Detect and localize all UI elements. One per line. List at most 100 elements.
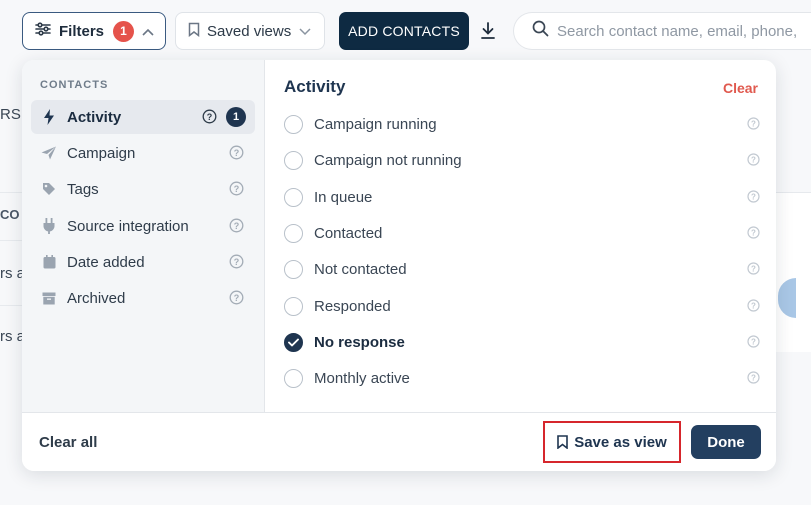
save-as-view-label: Save as view xyxy=(574,433,667,451)
svg-text:?: ? xyxy=(751,193,756,202)
svg-text:?: ? xyxy=(751,374,756,383)
option-label: No response xyxy=(314,333,405,351)
help-icon[interactable]: ? xyxy=(747,117,760,135)
background-divider xyxy=(0,305,22,306)
checkmark-icon xyxy=(288,338,299,346)
plug-icon xyxy=(41,218,57,234)
category-label: Date added xyxy=(67,253,145,271)
help-icon[interactable]: ? xyxy=(229,254,244,273)
option-responded[interactable]: Responded ? xyxy=(284,291,760,321)
category-campaign[interactable]: Campaign ? xyxy=(31,136,255,170)
search-input[interactable] xyxy=(557,22,797,40)
filter-category-sidebar: CONTACTS Activity ? 1 Campaign ? Tags ? … xyxy=(22,60,265,412)
background-card xyxy=(770,192,811,352)
filters-label: Filters xyxy=(59,22,105,40)
done-button[interactable]: Done xyxy=(691,425,761,459)
radio-button[interactable] xyxy=(284,296,303,316)
bookmark-icon xyxy=(557,435,569,449)
filter-panel: CONTACTS Activity ? 1 Campaign ? Tags ? … xyxy=(22,60,776,471)
option-label: Campaign not running xyxy=(314,151,462,169)
category-date-added[interactable]: Date added ? xyxy=(31,245,255,279)
option-label: Not contacted xyxy=(314,260,407,278)
option-contacted[interactable]: Contacted ? xyxy=(284,218,760,248)
background-column-header: CO xyxy=(0,207,20,222)
help-icon[interactable]: ? xyxy=(747,226,760,244)
svg-text:?: ? xyxy=(234,293,240,303)
category-count-badge: 1 xyxy=(226,107,246,127)
category-label: Archived xyxy=(67,289,126,307)
category-tags[interactable]: Tags ? xyxy=(31,172,255,206)
filters-count-badge: 1 xyxy=(113,20,135,42)
category-label: Tags xyxy=(67,180,99,198)
option-campaign-running[interactable]: Campaign running ? xyxy=(284,109,760,139)
category-activity[interactable]: Activity ? 1 xyxy=(31,100,255,134)
radio-button[interactable] xyxy=(284,223,303,243)
option-not-contacted[interactable]: Not contacted ? xyxy=(284,254,760,284)
download-icon[interactable] xyxy=(476,18,500,44)
help-icon[interactable]: ? xyxy=(229,181,244,200)
help-icon[interactable]: ? xyxy=(747,299,760,317)
search-bar[interactable] xyxy=(513,12,811,50)
saved-views-button[interactable]: Saved views xyxy=(175,12,325,50)
category-label: Campaign xyxy=(67,144,136,162)
save-as-view-button[interactable]: Save as view xyxy=(543,421,681,463)
radio-button[interactable] xyxy=(284,150,303,170)
svg-text:?: ? xyxy=(751,156,756,165)
svg-text:?: ? xyxy=(751,265,756,274)
option-label: Responded xyxy=(314,297,391,315)
calendar-icon xyxy=(41,255,57,269)
sliders-icon xyxy=(35,22,51,40)
help-icon[interactable]: ? xyxy=(202,109,217,128)
svg-text:?: ? xyxy=(234,257,240,267)
toolbar: Filters 1 Saved views ADD CONTACTS xyxy=(0,0,811,60)
radio-button[interactable] xyxy=(284,114,303,134)
background-divider xyxy=(0,240,22,241)
category-source-integration[interactable]: Source integration ? xyxy=(31,209,255,243)
option-label: Monthly active xyxy=(314,369,410,387)
filters-button[interactable]: Filters 1 xyxy=(22,12,166,50)
option-label: In queue xyxy=(314,188,373,206)
option-monthly-active[interactable]: Monthly active ? xyxy=(284,363,760,393)
background-header-fragment: RS xyxy=(0,106,21,123)
svg-text:?: ? xyxy=(751,338,756,347)
bookmark-icon xyxy=(188,22,200,41)
search-icon xyxy=(532,20,549,42)
help-icon[interactable]: ? xyxy=(747,262,760,280)
category-archived[interactable]: Archived ? xyxy=(31,281,255,315)
svg-text:?: ? xyxy=(751,302,756,311)
help-icon[interactable]: ? xyxy=(747,153,760,171)
help-icon[interactable]: ? xyxy=(747,371,760,389)
option-label: Contacted xyxy=(314,224,383,242)
svg-text:?: ? xyxy=(234,148,240,158)
section-heading: CONTACTS xyxy=(40,79,109,91)
help-icon[interactable]: ? xyxy=(229,290,244,309)
clear-button[interactable]: Clear xyxy=(723,80,758,96)
chevron-down-icon xyxy=(299,23,311,40)
category-label: Source integration xyxy=(67,217,189,235)
add-contacts-button[interactable]: ADD CONTACTS xyxy=(339,12,469,50)
help-icon[interactable]: ? xyxy=(747,335,760,353)
help-icon[interactable]: ? xyxy=(747,190,760,208)
paper-plane-icon xyxy=(41,146,57,160)
radio-button[interactable] xyxy=(284,368,303,388)
option-campaign-not-running[interactable]: Campaign not running ? xyxy=(284,145,760,175)
radio-button[interactable] xyxy=(284,187,303,207)
clear-all-button[interactable]: Clear all xyxy=(39,434,97,451)
panel-title: Activity xyxy=(284,77,346,96)
svg-text:?: ? xyxy=(234,221,240,231)
radio-button[interactable] xyxy=(284,259,303,279)
svg-text:?: ? xyxy=(234,184,240,194)
saved-views-label: Saved views xyxy=(207,22,292,40)
archive-icon xyxy=(41,292,57,305)
svg-text:?: ? xyxy=(207,112,213,122)
bolt-icon xyxy=(41,109,57,125)
option-label: Campaign running xyxy=(314,115,437,133)
option-in-queue[interactable]: In queue ? xyxy=(284,182,760,212)
radio-button-checked[interactable] xyxy=(284,332,303,352)
help-icon[interactable]: ? xyxy=(229,218,244,237)
background-divider xyxy=(0,192,22,193)
activity-options-panel: Activity Clear Campaign running ? Campai… xyxy=(265,60,776,412)
option-no-response[interactable]: No response ? xyxy=(284,327,760,357)
filter-panel-footer: Clear all Save as view Done xyxy=(22,412,776,471)
help-icon[interactable]: ? xyxy=(229,145,244,164)
